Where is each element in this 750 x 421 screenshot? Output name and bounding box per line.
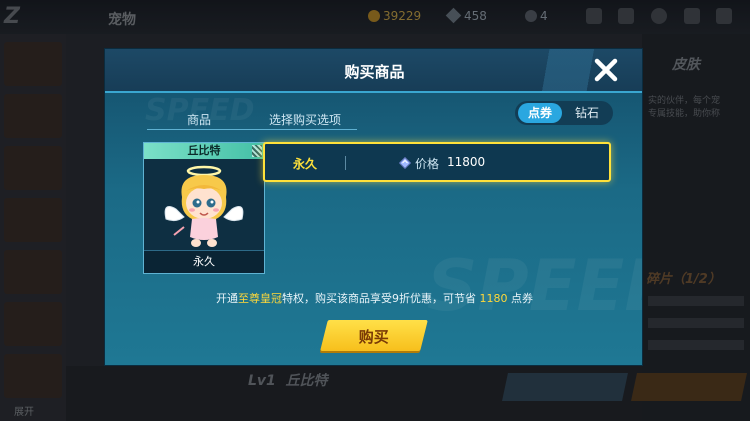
checkered-flag-icon	[252, 145, 262, 157]
option-duration: 永久	[293, 157, 318, 171]
vip-link[interactable]: 至尊皇冠	[238, 292, 282, 305]
buy-button[interactable]: 购买	[320, 320, 428, 351]
dialog-title: 购买商品	[344, 63, 405, 81]
cupid-pet-icon	[164, 165, 244, 247]
purchase-dialog: SPEED SPEED 购买商品 商品 选择购买选项 点券 钻石 丘比特	[104, 48, 643, 366]
buy-button-label: 购买	[358, 328, 389, 346]
item-card: 丘比特 永久	[143, 142, 265, 274]
item-name: 丘比特	[144, 143, 264, 159]
tab-purchase-options: 选择购买选项	[269, 113, 342, 127]
tab-item: 商品	[187, 113, 212, 127]
currency-option-diamond[interactable]: 钻石	[565, 103, 609, 123]
dialog-header: 购买商品	[105, 49, 642, 93]
vip-discount-notice: 开通至尊皇冠特权，购买该商品享受9折优惠，可节省 1180 点券	[216, 292, 533, 305]
item-duration: 永久	[144, 250, 264, 273]
currency-toggle[interactable]: 点券 钻石	[515, 101, 613, 125]
price-value: 11800	[447, 155, 486, 169]
currency-option-coupon[interactable]: 点券	[518, 103, 562, 123]
purchase-option-permanent[interactable]: 永久 价格 11800	[263, 142, 611, 182]
coupon-icon	[399, 157, 411, 169]
section-divider	[147, 129, 357, 130]
close-button[interactable]	[591, 55, 621, 85]
close-icon	[594, 58, 618, 82]
divider	[345, 156, 346, 170]
price-label: 价格	[415, 157, 440, 171]
watermark: SPEED	[427, 245, 642, 327]
